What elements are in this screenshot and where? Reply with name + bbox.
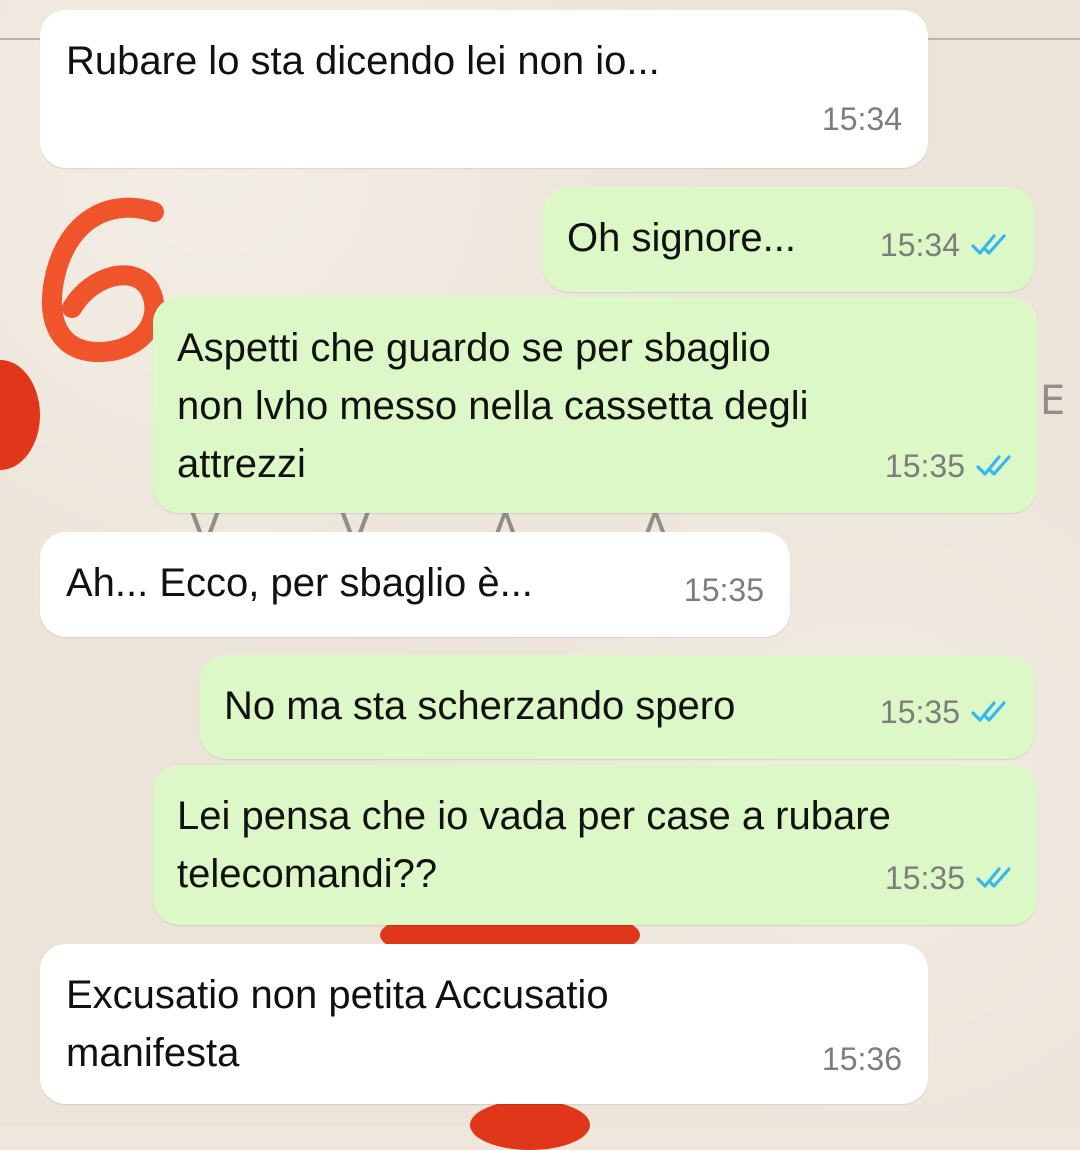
wallpaper-heart xyxy=(470,1100,590,1150)
incoming-message-bubble[interactable]: Excusatio non petita Accusatio manifesta 1… xyxy=(40,944,928,1104)
message-text: Oh signore... xyxy=(567,209,796,267)
message-timestamp: 15:36 xyxy=(821,1041,902,1077)
message-text-line: Rubare lo sta dicendo lei non io... xyxy=(66,39,660,83)
message-text-line: non lvho messo nella cassetta degli xyxy=(177,384,809,428)
message-text: Rubare lo sta dicendo lei non io... xyxy=(66,32,660,90)
message-meta: 15:36 xyxy=(822,1030,902,1088)
message-text: Excusatio non petita Accusatio manifesta xyxy=(66,966,609,1082)
outgoing-message-bubble[interactable]: No ma sta scherzando spero 15:35 xyxy=(200,655,1034,759)
message-text-line: Oh signore... xyxy=(567,216,797,260)
double-check-read-icon xyxy=(971,234,1006,255)
wallpaper-sketch: E xyxy=(1040,378,1066,424)
message-timestamp: 15:34 xyxy=(821,101,902,137)
incoming-message-bubble[interactable]: Ah... Ecco, per sbaglio è... 15:35 xyxy=(40,532,790,637)
message-text-line: Lei pensa che io vada per case a rubare xyxy=(177,794,891,838)
wallpaper-heart xyxy=(0,360,40,470)
message-timestamp: 15:35 xyxy=(884,860,965,896)
double-check-read-icon xyxy=(976,455,1011,476)
message-timestamp: 15:35 xyxy=(879,694,960,730)
message-text: Aspetti che guardo se per sbaglio non lvh… xyxy=(177,319,808,493)
message-text-line: Aspetti che guardo se per sbaglio xyxy=(177,326,771,370)
message-timestamp: 15:35 xyxy=(884,448,965,484)
incoming-message-bubble[interactable]: Rubare lo sta dicendo lei non io... 15:34 xyxy=(40,10,928,168)
outgoing-message-bubble[interactable]: Aspetti che guardo se per sbaglio non lvh… xyxy=(153,297,1037,513)
message-text-line: Excusatio non petita Accusatio xyxy=(66,973,609,1017)
double-check-read-icon xyxy=(976,867,1011,888)
message-text-line: Ah... Ecco, per sbaglio è... xyxy=(66,561,533,605)
message-text-line: telecomandi?? xyxy=(177,852,438,896)
message-timestamp: 15:35 xyxy=(683,572,764,608)
message-meta: 15:35 xyxy=(684,561,764,619)
message-meta: 15:35 xyxy=(885,437,1017,495)
message-text: No ma sta scherzando spero xyxy=(224,677,735,735)
message-text-line: manifesta xyxy=(66,1031,240,1075)
outgoing-message-bubble[interactable]: Lei pensa che io vada per case a rubare t… xyxy=(153,765,1037,925)
message-text-line: No ma sta scherzando spero xyxy=(224,684,736,728)
message-text: Ah... Ecco, per sbaglio è... xyxy=(66,554,533,612)
outgoing-message-bubble[interactable]: Oh signore... 15:34 xyxy=(543,187,1034,292)
double-check-read-icon xyxy=(971,701,1006,722)
message-meta: 15:35 xyxy=(880,683,1012,741)
message-meta: 15:35 xyxy=(885,849,1017,907)
message-text: Lei pensa che io vada per case a rubare t… xyxy=(177,787,891,903)
message-meta: 15:34 xyxy=(822,90,902,148)
message-text-line: attrezzi xyxy=(177,442,306,486)
message-meta: 15:34 xyxy=(880,216,1012,274)
message-timestamp: 15:34 xyxy=(879,227,960,263)
